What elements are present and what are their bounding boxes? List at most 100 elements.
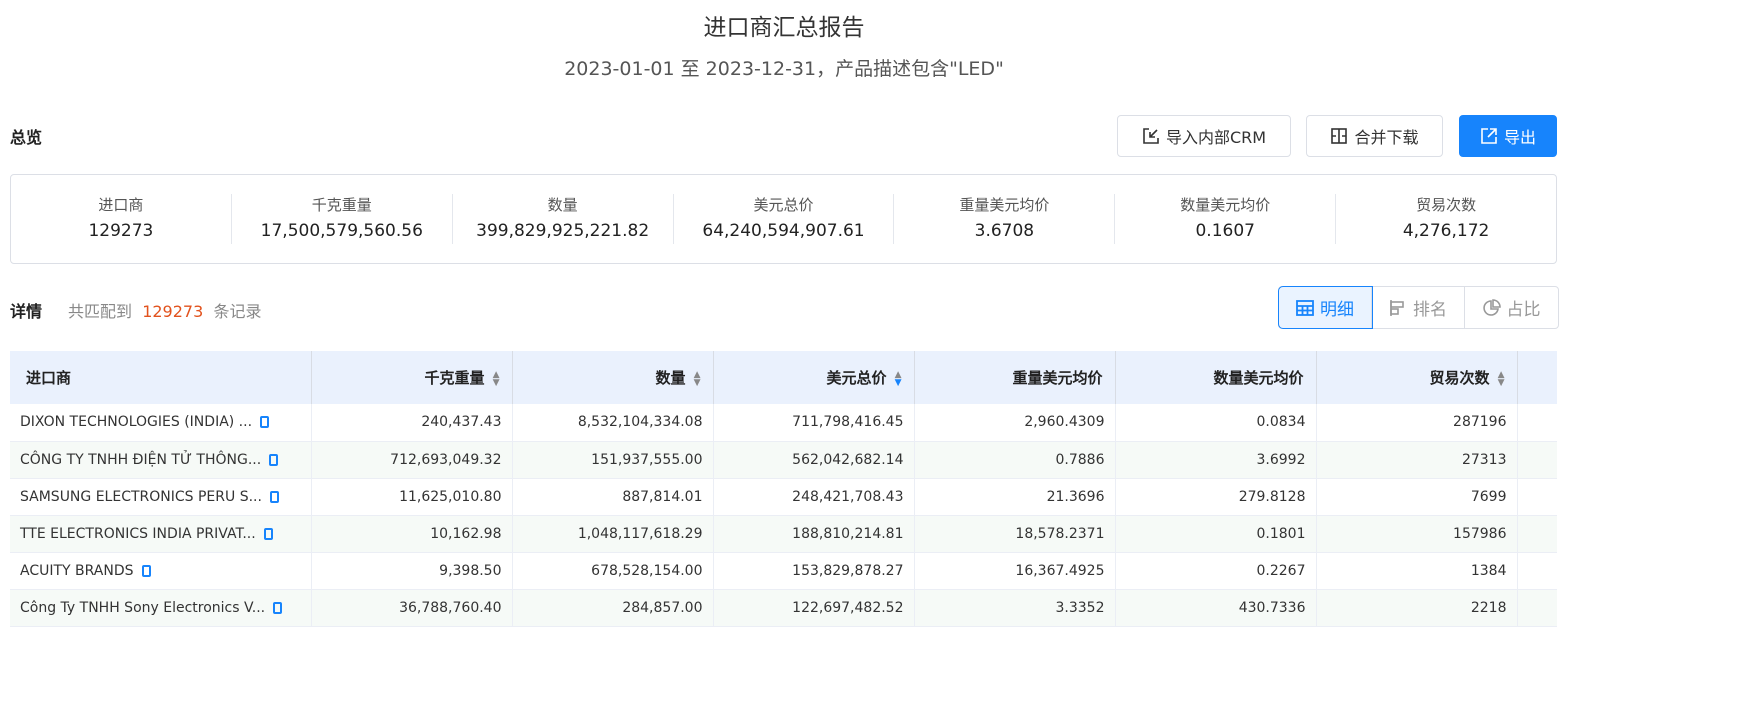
cell-value: 122,697,482.52 [792,599,904,616]
column-header-total-usd[interactable]: 美元总价 ▲ ▼ [713,351,915,404]
view-ranking-tab[interactable]: 排名 [1372,287,1465,328]
cell-value: 9,398.50 [439,562,502,579]
sort-icon[interactable]: ▲ ▼ [490,370,500,387]
cell-value: 157986 [1453,525,1507,542]
cell-value: 562,042,682.14 [792,451,904,468]
cell-weight-kg: 10,162.98 [311,515,513,553]
cell-value: 0.0834 [1256,414,1306,431]
cell-total-usd: 122,697,482.52 [713,589,915,627]
stat-label: 贸易次数 [1416,196,1477,214]
cell-value: 16,367.4925 [1015,562,1105,579]
cell-total-usd: 248,421,708.43 [713,478,915,516]
cell-value: 2218 [1470,599,1507,616]
column-header-share: 占比 [1517,351,1557,404]
sort-icon[interactable]: ▲ ▼ [892,370,902,387]
button-label: 导出 [1503,128,1536,147]
cell-value: 430.7336 [1238,599,1306,616]
stat-value: 399,829,925,221.82 [476,221,650,241]
cell-trade-count: 2218 [1316,589,1518,627]
cell-value: 248,421,708.43 [792,488,904,505]
importer-name[interactable]: TTE ELECTRONICS INDIA PRIVAT... [20,526,256,542]
cell-value: 1,048,117,618.29 [577,525,703,542]
import-crm-button[interactable]: 导入内部CRM [1117,115,1291,157]
importer-name[interactable]: CÔNG TY TNHH ĐIỆN TỬ THÔNG... [20,452,261,468]
record-count: 共匹配到 129273 条记录 [68,298,261,322]
copy-icon[interactable] [141,564,151,577]
copy-icon[interactable] [260,416,270,429]
cell-trade-count: 7699 [1316,478,1518,516]
column-header-weight-avg-price: 重量美元均价 [914,351,1116,404]
cell-value: 8,532,104,334.08 [577,414,703,431]
stat-value: 64,240,594,907.61 [702,221,865,241]
cell-quantity: 284,857.00 [512,589,714,627]
cell-trade-count: 27313 [1316,441,1518,479]
sort-icon[interactable]: ▲ ▼ [691,370,701,387]
copy-icon[interactable] [269,490,279,503]
cell-qty-avg-price: 430.7336 [1115,589,1317,627]
cell-value: 11,625,010.80 [399,488,502,505]
cell-value: 711,798,416.45 [792,414,904,431]
cell-qty-avg-price: 279.8128 [1115,478,1317,516]
import-icon [1143,128,1159,144]
cell-value: 153,829,878.27 [792,562,904,579]
stat-importers: 进口商 129273 [11,194,232,244]
cell-value: 3.3352 [1055,599,1105,616]
cell-value: 0.1801 [1256,525,1306,542]
cell-value: 27313 [1461,451,1507,468]
stat-label: 美元总价 [753,196,814,214]
sort-icon[interactable]: ▲ ▼ [1495,370,1505,387]
cell-share: 1.11 [1517,404,1557,442]
stat-label: 数量 [547,196,578,214]
cell-share: 0.39 [1517,478,1557,516]
table-row: ACUITY BRANDS 9,398.50 678,528,154.00 153,8… [10,552,1557,590]
column-label: 数量美元均价 [1213,369,1304,387]
stat-value: 129273 [88,221,154,241]
column-header-weight-kg[interactable]: 千克重量 ▲ ▼ [311,351,513,404]
cell-value: 284,857.00 [622,599,703,616]
cell-qty-avg-price: 0.1801 [1115,515,1317,553]
cell-qty-avg-price: 3.6992 [1115,441,1317,479]
cell-weight-avg-price: 21.3696 [914,478,1116,516]
table-row: DIXON TECHNOLOGIES (INDIA) ... 240,437.43… [10,404,1557,442]
cell-qty-avg-price: 0.0834 [1115,404,1317,442]
column-header-trade-count[interactable]: 贸易次数 ▲ ▼ [1316,351,1518,404]
importer-name[interactable]: DIXON TECHNOLOGIES (INDIA) ... [20,414,252,430]
cell-total-usd: 711,798,416.45 [713,404,915,442]
cell-weight-kg: 11,625,010.80 [311,478,513,516]
cell-value: 0.7886 [1055,451,1105,468]
column-header-quantity[interactable]: 数量 ▲ ▼ [512,351,714,404]
importer-name[interactable]: SAMSUNG ELECTRONICS PERU S... [20,489,262,505]
stat-label: 千克重量 [311,196,372,214]
cell-value: 712,693,049.32 [390,451,502,468]
export-button[interactable]: 导出 [1459,115,1557,157]
cell-value: 36,788,760.40 [399,599,502,616]
cell-value: 18,578.2371 [1015,525,1105,542]
view-detail-tab[interactable]: 明细 [1278,286,1373,329]
column-label: 重量美元均价 [1012,369,1103,387]
importer-name[interactable]: ACUITY BRANDS [20,563,134,579]
cell-value: 279.8128 [1238,488,1306,505]
stat-total-usd: 美元总价 64,240,594,907.61 [674,194,895,244]
stat-qty-avg-price: 数量美元均价 0.1607 [1115,194,1337,244]
cell-share: 0.29 [1517,515,1557,553]
column-label: 贸易次数 [1429,369,1490,387]
copy-icon[interactable] [269,453,279,466]
copy-icon[interactable] [263,527,273,540]
summary-panel: 进口商 129273 千克重量 17,500,579,560.56 数量 399,82… [10,174,1557,264]
cell-total-usd: 562,042,682.14 [713,441,915,479]
merge-download-button[interactable]: 合并下载 [1306,115,1443,157]
view-share-tab[interactable]: 占比 [1465,287,1558,328]
cell-value: 1384 [1470,562,1507,579]
cell-importer: TTE ELECTRONICS INDIA PRIVAT... [10,515,312,553]
page-title: 进口商汇总报告 [703,15,865,41]
cell-total-usd: 188,810,214.81 [713,515,915,553]
importer-name[interactable]: Công Ty TNHH Sony Electronics V... [20,600,265,616]
cell-trade-count: 1384 [1316,552,1518,590]
cell-weight-kg: 240,437.43 [311,404,513,442]
ranking-icon [1390,299,1404,316]
cell-weight-avg-price: 16,367.4925 [914,552,1116,590]
tab-label: 明细 [1320,300,1354,320]
button-label: 导入内部CRM [1165,128,1267,147]
export-icon [1481,128,1497,144]
copy-icon[interactable] [273,601,283,614]
